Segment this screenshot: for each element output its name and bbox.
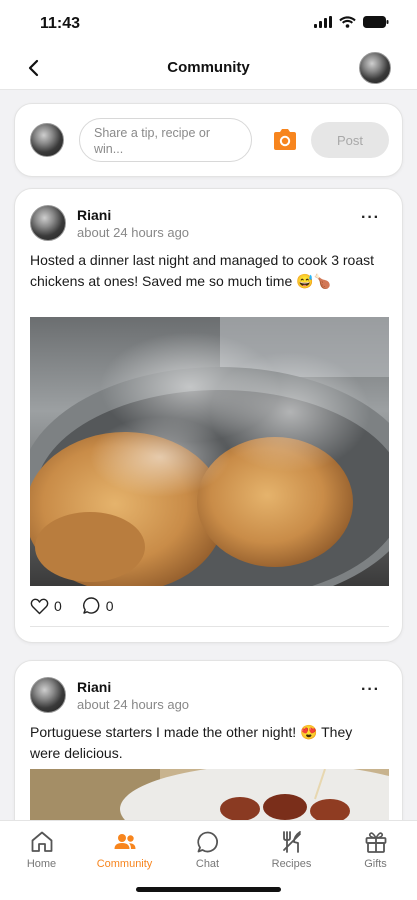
author-avatar[interactable] [30,677,66,713]
status-time: 11:43 [40,15,81,32]
status-icons [314,16,389,28]
tab-recipes[interactable]: Recipes [250,829,333,870]
recipes-icon [282,831,301,853]
community-icon [114,834,135,849]
comment-count: 0 [105,597,114,614]
post-text: Portuguese starters I made the other nig… [30,724,353,761]
status-bar: 11:43 [0,0,417,46]
more-options-icon[interactable]: ··· [361,209,380,227]
like-count: 0 [54,597,62,614]
post-text: Hosted a dinner last night and managed t… [30,252,374,289]
post-timestamp: about 24 hours ago [77,225,190,240]
author-avatar[interactable] [30,205,66,241]
page-title: Community [167,59,250,76]
signal-icon [314,16,332,28]
composer-avatar [30,123,64,157]
tab-label: Gifts [364,858,387,870]
post-card: Riani about 24 hours ago ··· Hosted a di… [14,188,403,643]
post-author[interactable]: Riani [77,207,111,223]
like-button[interactable]: 0 [30,597,62,615]
tab-bar: Home Community Chat Recipes Gifts [0,820,417,900]
roast-chicken-photo [30,317,389,586]
battery-icon [363,16,389,28]
tab-gifts[interactable]: Gifts [334,829,417,870]
tab-label: Community [96,858,153,870]
comment-button[interactable]: 0 [82,596,114,615]
home-icon [31,831,52,852]
home-indicator [136,887,281,892]
camera-icon[interactable] [271,127,299,153]
post-composer: Share a tip, recipe or win... Post [14,103,403,177]
more-options-icon[interactable]: ··· [361,681,380,699]
tab-community[interactable]: Community [83,829,166,870]
post-author[interactable]: Riani [77,679,111,695]
post-button[interactable]: Post [311,122,389,158]
wifi-icon [339,16,356,28]
tab-label: Chat [195,858,220,870]
comment-icon [82,597,100,614]
reactions-bar: 0 0 [30,596,114,615]
tab-chat[interactable]: Chat [166,829,249,870]
chat-icon [196,831,218,853]
post-image[interactable] [30,317,389,586]
nav-bar: Community [0,46,417,90]
profile-avatar[interactable] [359,52,391,84]
heart-icon [30,598,49,614]
tab-home[interactable]: Home [0,829,83,870]
divider [30,626,389,627]
post-input[interactable]: Share a tip, recipe or win... [79,118,252,162]
tab-label: Recipes [271,858,312,870]
gift-icon [365,832,386,853]
post-timestamp: about 24 hours ago [77,697,190,712]
tab-label: Home [26,858,57,870]
